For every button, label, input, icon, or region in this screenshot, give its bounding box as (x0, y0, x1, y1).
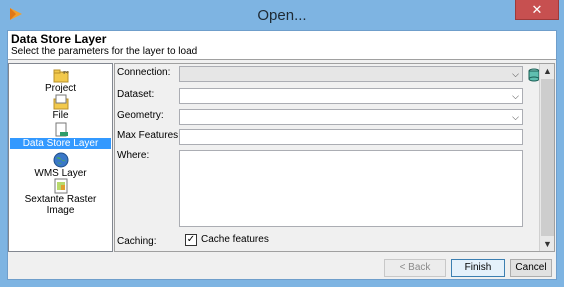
project-icon: .gvp (53, 69, 69, 83)
open-dialog-window: Open... ✕ Data Store Layer Select the pa… (0, 0, 564, 287)
scrollbar-thumb[interactable] (541, 79, 554, 236)
layer-parameters-panel: Connection: ⌵ Dataset: ⌵ Geometry: ⌵ Max… (114, 63, 555, 252)
wizard-footer: < Back Finish Cancel (8, 255, 556, 279)
page-title: Data Store Layer (11, 32, 107, 46)
dialog-client-area: Data Store Layer Select the parameters f… (7, 30, 557, 280)
panel-scrollbar[interactable]: ▲ ▼ (539, 64, 554, 251)
dataset-label: Dataset: (117, 89, 155, 100)
sidebar-item-label: Project (44, 83, 77, 94)
sidebar-item-label: File (52, 110, 69, 121)
wizard-header: Data Store Layer Select the parameters f… (8, 31, 556, 60)
chevron-down-icon: ⌵ (512, 91, 519, 101)
globe-icon (53, 152, 68, 168)
file-icon (53, 94, 68, 110)
connection-label: Connection: (117, 67, 171, 78)
back-button[interactable]: < Back (384, 259, 446, 277)
sidebar-item-label: Data Store Layer (10, 138, 111, 149)
svg-text:.gvp: .gvp (62, 69, 69, 74)
scroll-down-arrow-icon[interactable]: ▼ (540, 237, 555, 251)
chevron-down-icon: ⌵ (512, 112, 519, 122)
geometry-label: Geometry: (117, 110, 164, 121)
data-store-icon (55, 122, 68, 137)
where-textarea[interactable] (179, 150, 523, 227)
close-button[interactable]: ✕ (515, 0, 559, 20)
title-bar[interactable]: Open... ✕ (0, 0, 564, 30)
geometry-select[interactable]: ⌵ (179, 109, 523, 125)
sidebar-item-sextante-raster-image[interactable]: Sextante Raster Image (10, 178, 111, 216)
scroll-up-arrow-icon[interactable]: ▲ (540, 64, 555, 78)
sidebar-item-file[interactable]: File (10, 94, 111, 121)
raster-image-icon (54, 178, 67, 194)
sidebar-item-label: Sextante Raster Image (24, 194, 97, 216)
cache-features-checkbox[interactable]: ✓ (185, 234, 197, 246)
cache-features-label[interactable]: Cache features (201, 234, 269, 245)
cancel-button[interactable]: Cancel (510, 259, 552, 277)
sidebar-item-data-store-layer[interactable]: Data Store Layer (10, 122, 111, 149)
max-features-label: Max Features: (117, 130, 181, 141)
sidebar-item-project[interactable]: .gvp Project (10, 67, 111, 94)
dataset-select[interactable]: ⌵ (179, 88, 523, 104)
max-features-input[interactable] (179, 129, 523, 145)
caching-label: Caching: (117, 236, 157, 247)
finish-button[interactable]: Finish (451, 259, 505, 277)
chevron-down-icon: ⌵ (512, 69, 519, 79)
window-title: Open... (257, 7, 307, 24)
sidebar-item-wms-layer[interactable]: WMS Layer (10, 152, 111, 179)
layer-type-sidebar: .gvp Project File Data Store Layer WMS L… (8, 63, 113, 252)
where-label: Where: (117, 150, 150, 161)
page-subtitle: Select the parameters for the layer to l… (11, 46, 198, 57)
connection-select[interactable]: ⌵ (179, 66, 523, 82)
